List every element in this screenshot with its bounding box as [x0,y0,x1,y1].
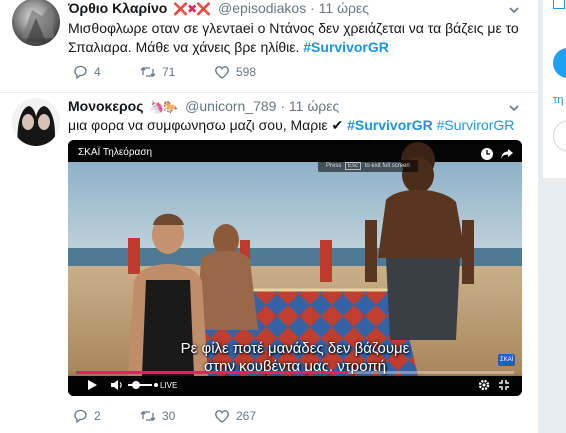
video-player[interactable]: ΣΚΑΪ Τηλεόραση Press Esc to exit full sc… [68,140,522,396]
reply-count: 2 [94,409,101,423]
name-emoji: 🦄🐎 [149,100,178,114]
reply-count: 4 [94,65,101,79]
checkbox[interactable] [553,0,565,9]
channel-title: ΣΚΑΪ Τηλεόραση [78,147,153,158]
tweet-body: μια φορα να συμφωνησω μαζι σου, Μαριε ✔ [68,117,348,133]
sidebar-card: τη [543,0,566,179]
tweet[interactable]: Μονοκερος 🦄🐎 @unicorn_789 · 11 ώρες μια … [0,92,538,433]
progress-fill [76,371,348,374]
tweet-header: Όρθιο Κλαρίνο ❌✖❌ @episodiakos · 11 ώρες [68,0,369,16]
like-button[interactable]: 598 [214,64,256,80]
follow-button[interactable] [553,48,566,78]
play-icon[interactable] [86,379,98,391]
esc-hint-post: to exit full screen [364,163,410,169]
share-icon[interactable] [500,147,514,161]
hashtag-link[interactable]: #SurvivorGR [347,117,433,133]
timestamp[interactable]: 11 ώρες [289,98,339,114]
retweet-icon [140,67,156,77]
hashtag-link[interactable]: #SurvirorGR [437,117,515,133]
dot-separator: · [280,98,289,114]
clock-icon[interactable] [480,147,494,161]
timestamp[interactable]: 11 ώρες [319,0,369,16]
retweet-count: 71 [162,65,176,79]
chevron-down-icon[interactable] [508,102,520,114]
like-count: 598 [236,65,257,79]
avatar-image [12,98,60,146]
reply-button[interactable]: 2 [72,408,101,424]
tweet-body: Μισθοφλωρε οταν σε γλεντaei ο Ντάνος δεν… [68,20,519,55]
live-label: LIVE [160,381,178,390]
reply-button[interactable]: 4 [72,64,101,80]
esc-hint-pre: Press [326,163,342,169]
dot-separator: · [310,0,319,16]
name-emoji: ❌✖❌ [173,2,211,16]
sidebar-avatar[interactable] [553,120,566,152]
chevron-down-icon[interactable] [508,4,520,16]
tweet-text: Μισθοφλωρε οταν σε γλεντaei ο Ντάνος δεν… [68,19,523,57]
progress-bar[interactable] [76,371,514,374]
video-controls: LIVE [68,371,522,396]
retweet-icon [140,411,156,421]
subtitle-line: Ρε φίλε ποτέ μανάδες δεν βάζουμε [180,340,410,357]
avatar[interactable] [12,98,60,146]
retweet-count: 30 [162,409,176,423]
retweet-button[interactable]: 30 [140,408,175,424]
tweet-header: Μονοκερος 🦄🐎 @unicorn_789 · 11 ώρες [68,98,339,114]
avatar[interactable] [12,0,60,46]
tweet[interactable]: Όρθιο Κλαρίνο ❌✖❌ @episodiakos · 11 ώρες… [0,0,538,93]
like-button[interactable]: 267 [214,408,256,424]
heart-icon [215,66,229,79]
reply-icon [74,65,87,80]
tweet-text: μια φορα να συμφωνησω μαζι σου, Μαριε ✔ … [68,116,523,135]
sidebar-link[interactable]: τη [553,94,563,106]
heart-icon [215,410,229,423]
display-name[interactable]: Μονοκερος [68,98,144,114]
fullscreen-hint: Press Esc to exit full screen [318,160,418,172]
retweet-button[interactable]: 71 [140,64,175,80]
display-name[interactable]: Όρθιο Κλαρίνο [68,0,167,16]
volume-knob[interactable] [132,381,140,389]
gear-icon[interactable] [478,379,490,391]
username[interactable]: @unicorn_789 [185,98,276,114]
volume-icon[interactable] [110,379,124,391]
live-dot [154,383,158,387]
channel-logo: ΣΚΑΪ [498,354,516,366]
fullscreen-exit-icon[interactable] [498,379,510,391]
hashtag-link[interactable]: #SurvivorGR [303,39,389,55]
timeline: Όρθιο Κλαρίνο ❌✖❌ @episodiakos · 11 ώρες… [0,0,539,433]
like-count: 267 [236,409,257,423]
reply-icon [74,409,87,424]
avatar-image [22,6,54,42]
esc-key: Esc [345,162,362,170]
username[interactable]: @episodiakos [218,0,306,16]
